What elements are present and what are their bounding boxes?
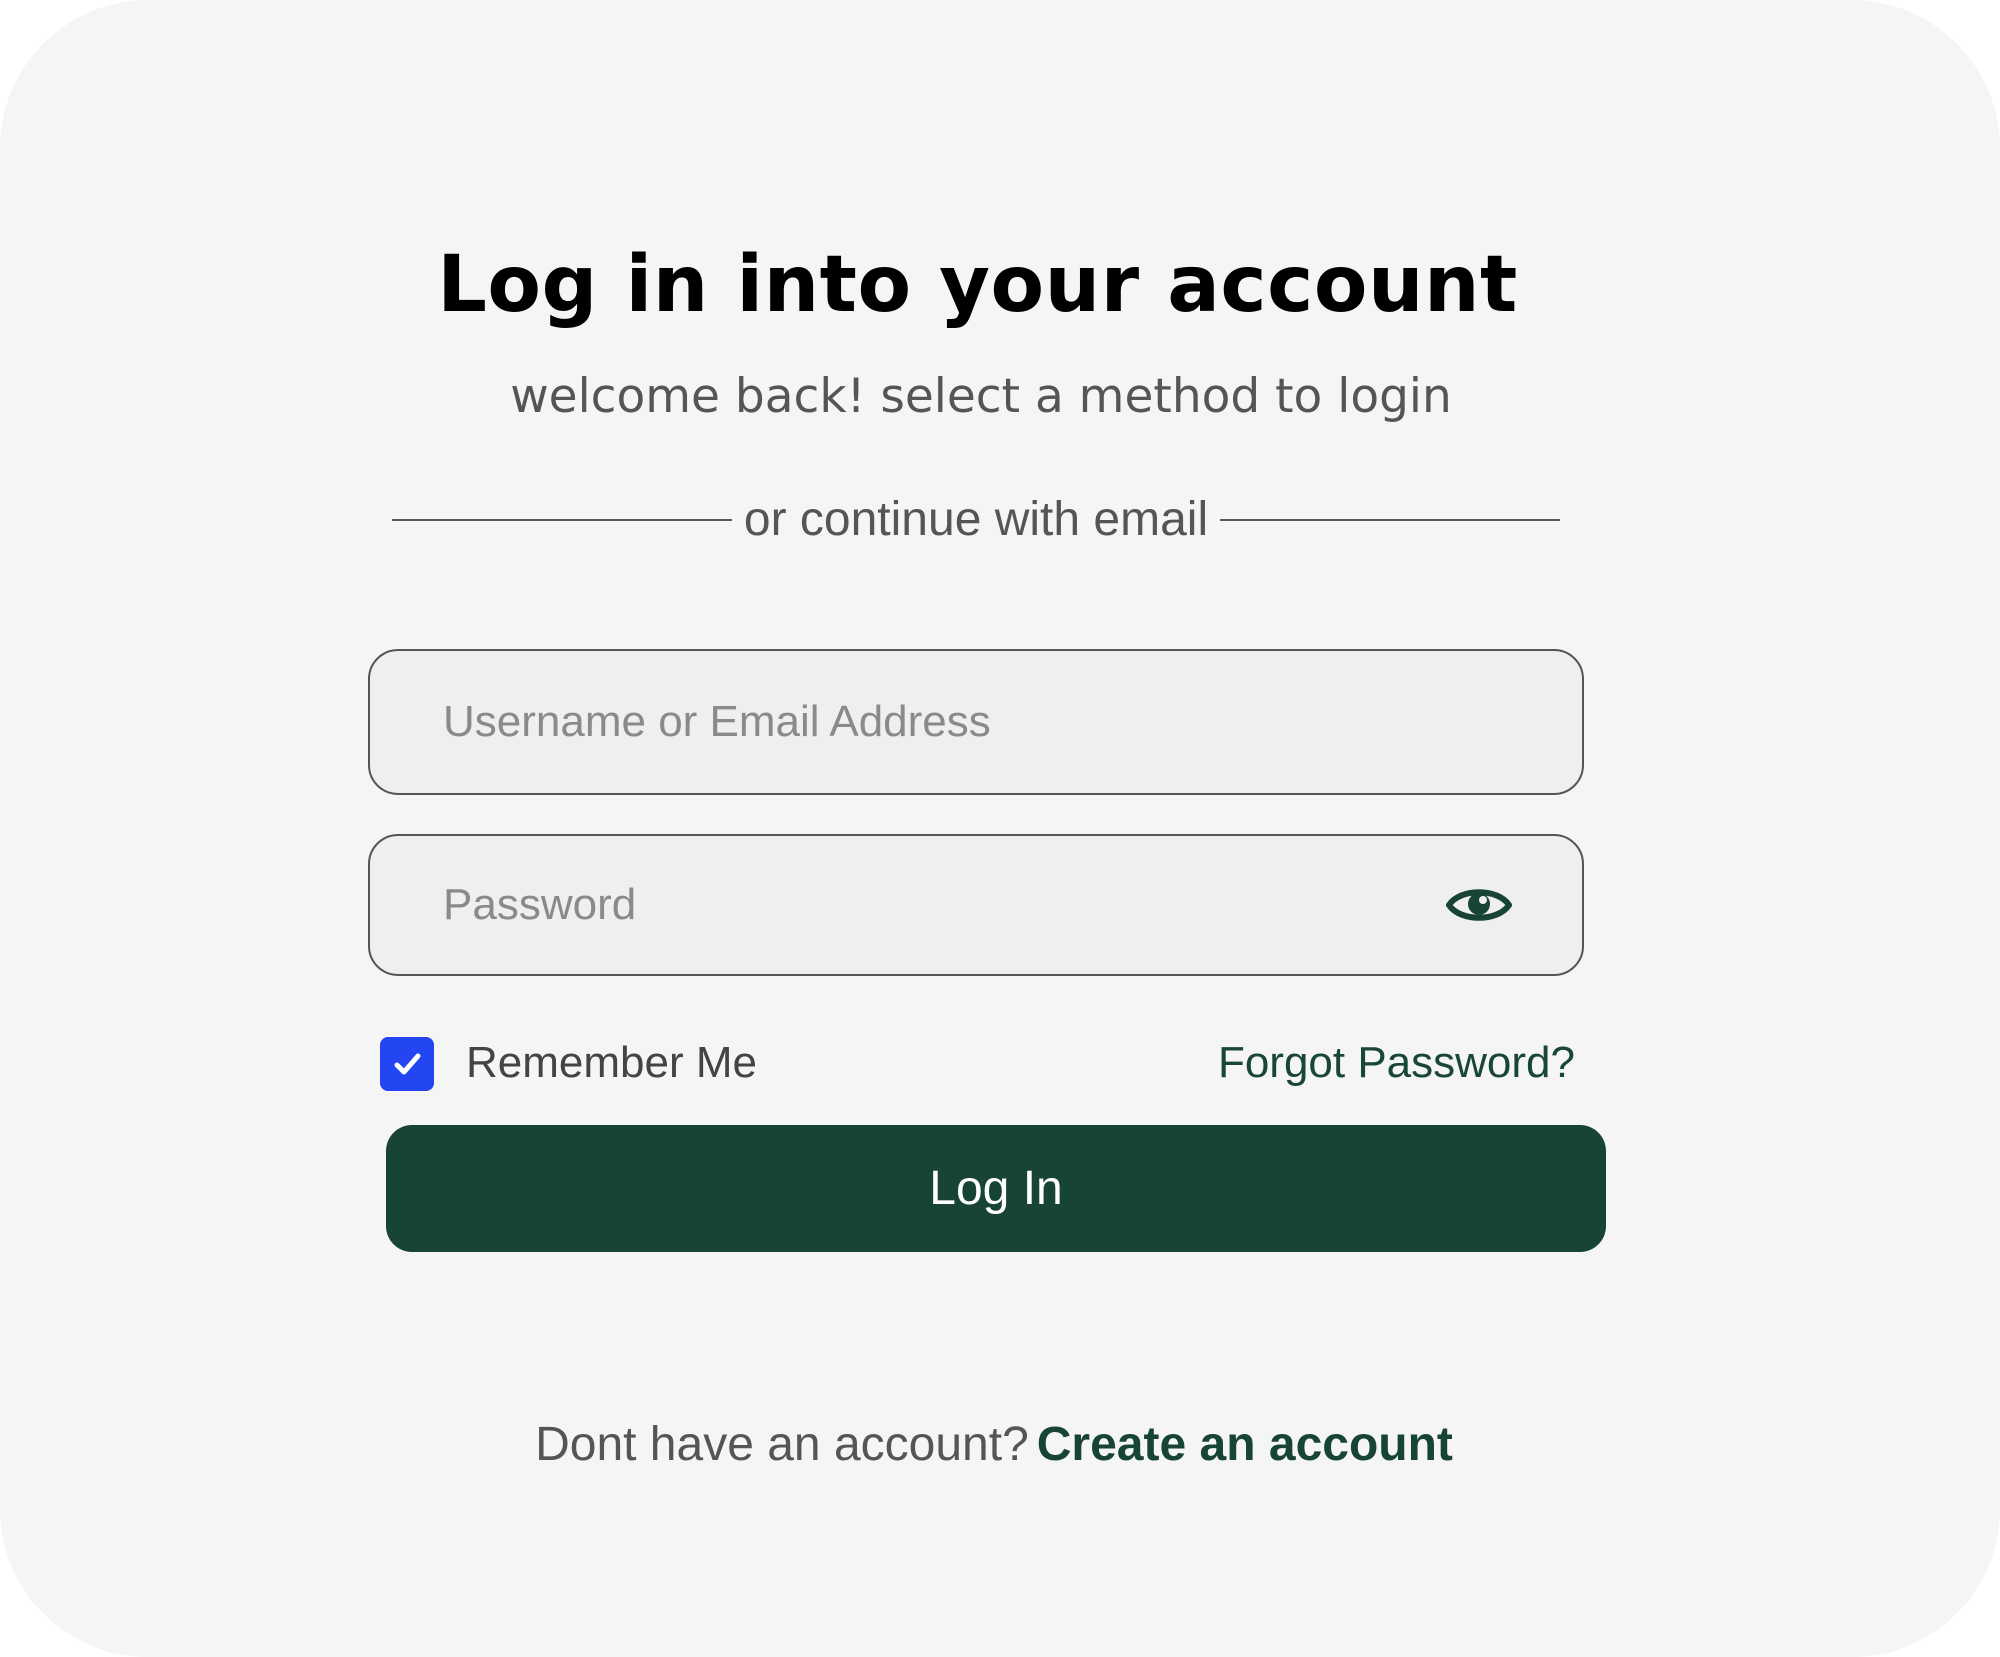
username-input[interactable] <box>443 651 1582 793</box>
page-subtitle: welcome back! select a method to login <box>510 369 1452 424</box>
remember-me-label[interactable]: Remember Me <box>466 1032 757 1094</box>
remember-me-checkbox[interactable] <box>380 1037 434 1091</box>
signup-prompt: Dont have an account? <box>535 1418 1029 1471</box>
username-field <box>368 649 1584 795</box>
forgot-password-link[interactable]: Forgot Password? <box>1218 1032 1575 1094</box>
create-account-link[interactable]: Create an account <box>1037 1418 1453 1471</box>
remember-row: Remember Me Forgot Password? <box>380 1032 1575 1094</box>
password-input[interactable] <box>443 836 1446 974</box>
divider-line-left <box>392 519 732 521</box>
divider-text: or continue with email <box>743 493 1209 546</box>
page-title: Log in into your account <box>437 240 1518 330</box>
password-field <box>368 834 1584 976</box>
eye-icon[interactable] <box>1446 882 1512 928</box>
email-divider: or continue with email <box>392 485 1561 555</box>
login-card: Log in into your account welcome back! s… <box>0 0 2000 1657</box>
signup-row: Dont have an account? Create an account <box>0 1410 1988 1480</box>
eye-icon-graphic <box>1446 889 1512 921</box>
login-button[interactable]: Log In <box>386 1125 1606 1252</box>
divider-line-right <box>1220 519 1561 521</box>
checkmark-icon <box>394 1053 421 1075</box>
